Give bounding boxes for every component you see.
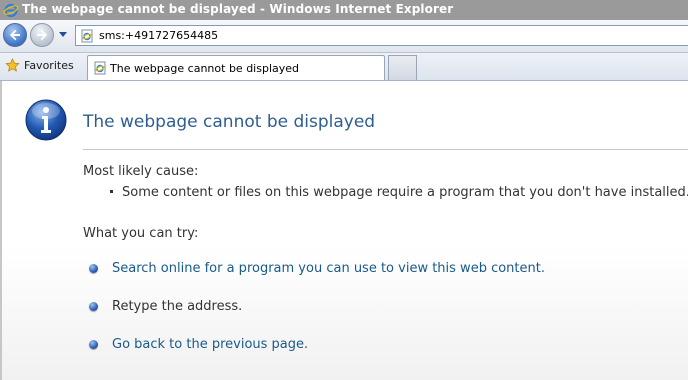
blue-bullet-icon bbox=[89, 264, 98, 273]
bullet bbox=[110, 190, 113, 193]
new-tab-button[interactable] bbox=[388, 55, 417, 80]
cause-list-item: Some content or files on this webpage re… bbox=[110, 185, 688, 200]
address-bar[interactable]: sms:+491727654485 bbox=[75, 25, 688, 46]
forward-arrow-icon bbox=[37, 29, 48, 41]
page-title: The webpage cannot be displayed bbox=[83, 112, 376, 132]
retype-address-text: Retype the address. bbox=[112, 299, 243, 314]
back-arrow-icon bbox=[9, 29, 20, 41]
favorites-bar: Favorites The webpage cannot be displaye… bbox=[0, 53, 688, 81]
navigation-bar: sms:+491727654485 bbox=[0, 20, 688, 53]
internet-explorer-icon bbox=[3, 3, 19, 18]
blue-bullet-icon bbox=[89, 340, 98, 349]
try-heading: What you can try: bbox=[83, 226, 199, 241]
back-button[interactable] bbox=[3, 23, 27, 47]
info-icon bbox=[25, 99, 67, 141]
favorites-star-icon[interactable] bbox=[5, 58, 20, 73]
page-icon bbox=[81, 29, 93, 43]
divider bbox=[83, 149, 688, 150]
tab-current-page[interactable]: The webpage cannot be displayed bbox=[87, 55, 385, 80]
forward-button[interactable] bbox=[30, 23, 54, 47]
page-icon bbox=[94, 61, 106, 75]
title-bar: The webpage cannot be displayed - Window… bbox=[0, 0, 688, 20]
cause-text: Some content or files on this webpage re… bbox=[122, 185, 688, 200]
favorites-button[interactable]: Favorites bbox=[24, 59, 74, 72]
address-url[interactable]: sms:+491727654485 bbox=[99, 29, 218, 42]
page-content: The webpage cannot be displayed Most lik… bbox=[0, 81, 688, 380]
search-online-link-text[interactable]: Search online for a program you can use … bbox=[112, 261, 545, 276]
tab-label: The webpage cannot be displayed bbox=[110, 62, 299, 75]
cause-heading: Most likely cause: bbox=[83, 164, 199, 179]
go-back-link-text[interactable]: Go back to the previous page. bbox=[112, 337, 308, 352]
blue-bullet-icon bbox=[89, 302, 98, 311]
window-title: The webpage cannot be displayed - Window… bbox=[22, 2, 454, 16]
recent-pages-dropdown-icon[interactable] bbox=[58, 29, 68, 39]
